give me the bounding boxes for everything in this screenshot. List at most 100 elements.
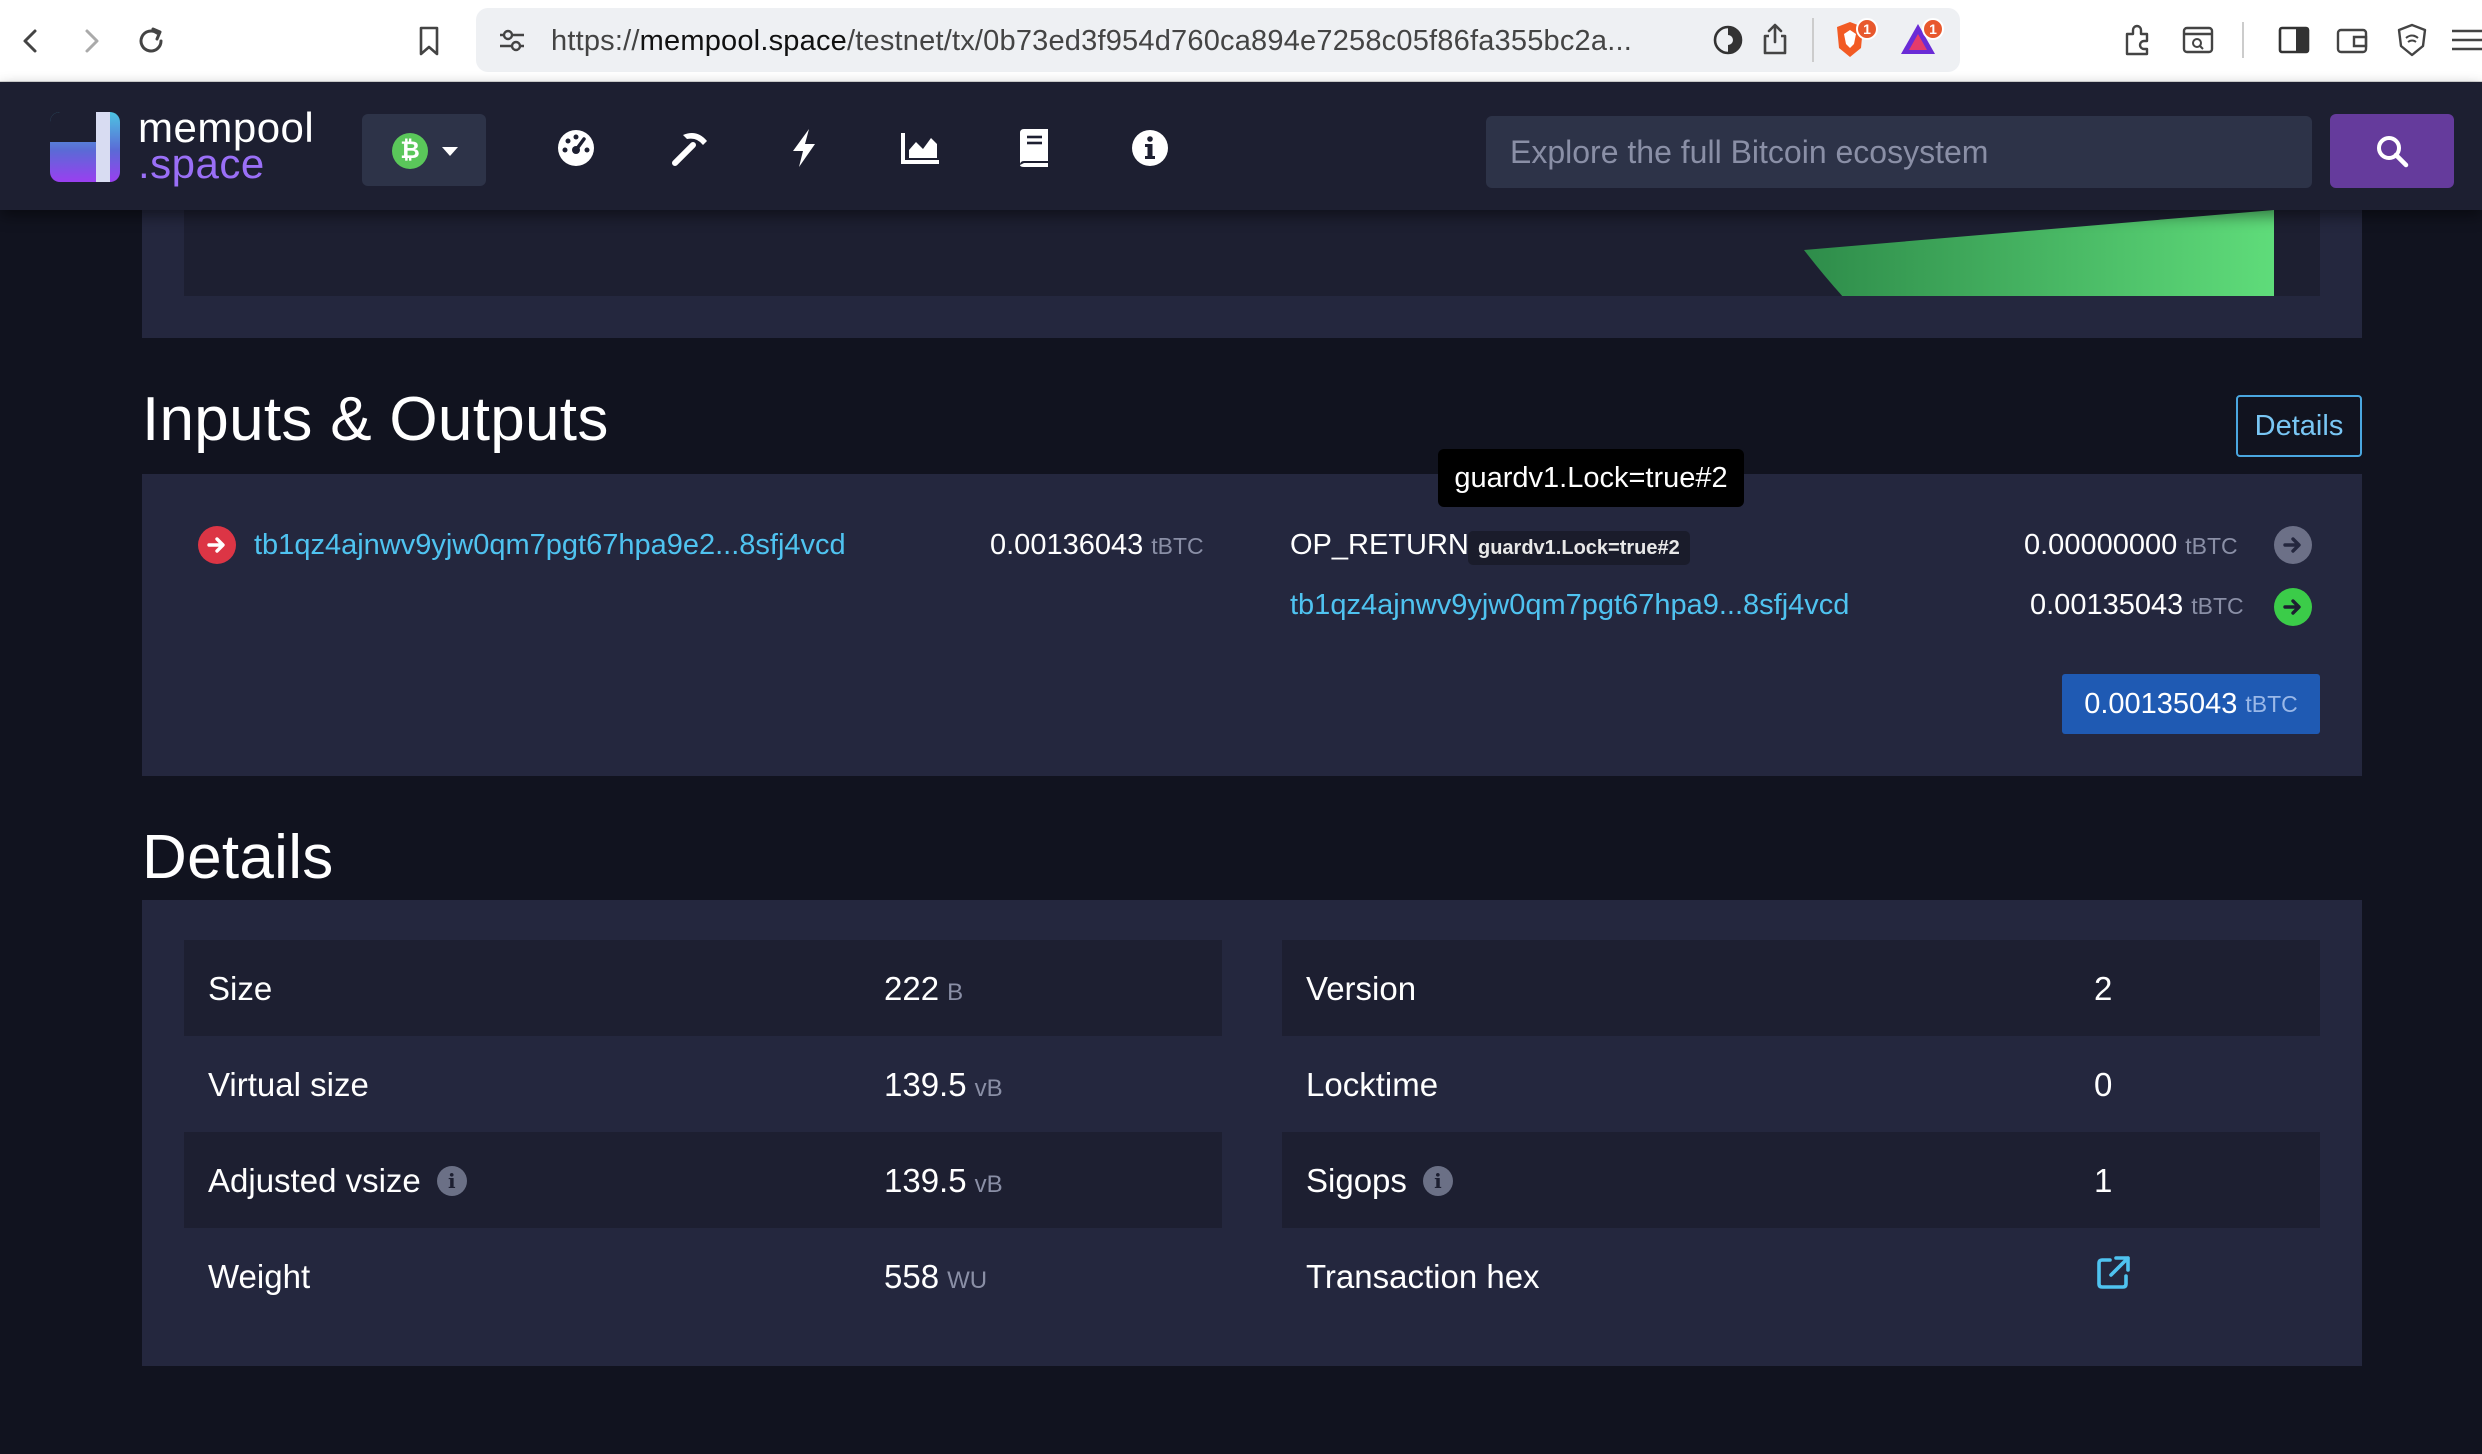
brave-shields-icon[interactable]: 1 (1832, 18, 1878, 60)
mempool-logo-icon[interactable] (50, 112, 120, 182)
adjusted-vsize-unit: vB (974, 1171, 1003, 1198)
search-icon (2377, 136, 2409, 168)
graphs-icon[interactable] (898, 126, 942, 170)
output-1-amount: 0.00000000 tBTC (2024, 529, 2238, 562)
rewards-badge: 1 (1922, 18, 1944, 40)
detail-row-size: Size 222 B (184, 940, 1222, 1036)
inputs-outputs-panel (142, 474, 2362, 776)
output-2-amount-value: 0.00135043 (2030, 589, 2184, 621)
adjusted-vsize-number: 139.5 (884, 1162, 967, 1199)
address-bar[interactable]: https://mempool.space/testnet/tx/0b73ed3… (476, 8, 1960, 72)
detail-row-adjusted-vsize: Adjusted vsize i 139.5 vB (184, 1132, 1222, 1228)
dashboard-icon[interactable] (554, 126, 598, 170)
output-1-amount-unit: tBTC (2185, 533, 2238, 559)
back-icon[interactable] (6, 16, 56, 66)
detail-row-weight: Weight 558 WU (184, 1228, 1222, 1324)
op-return-tag[interactable]: guardv1.Lock=true#2 (1468, 531, 1690, 565)
total-output-amount: 0.00135043 tBTC (2062, 674, 2320, 734)
weight-unit: WU (947, 1267, 988, 1294)
about-icon[interactable] (1128, 126, 1172, 170)
op-return-tooltip: guardv1.Lock=true#2 (1438, 449, 1744, 507)
virtual-size-value: 139.5 vB (884, 1066, 1003, 1104)
size-unit: B (947, 979, 964, 1006)
io-details-button[interactable]: Details (2236, 395, 2362, 457)
shields-badge: 1 (1856, 18, 1878, 40)
total-amount-value: 0.00135043 (2084, 687, 2238, 720)
version-label: Version (1306, 970, 1417, 1007)
brave-rewards-icon[interactable]: 1 (1898, 18, 1944, 60)
reader-icon[interactable] (2176, 18, 2220, 62)
url-prefix: https:// (551, 25, 640, 57)
sigops-label: Sigops (1306, 1162, 1407, 1199)
extensions-icon[interactable] (2116, 18, 2160, 62)
reader-mode-icon[interactable] (1712, 24, 1744, 61)
transaction-hex-label: Transaction hex (1306, 1258, 1540, 1295)
output-2-amount: 0.00135043 tBTC (2030, 589, 2244, 622)
locktime-value: 0 (2094, 1066, 2113, 1103)
total-amount-unit: tBTC (2245, 690, 2298, 717)
weight-number: 558 (884, 1258, 940, 1295)
menu-icon[interactable] (2448, 18, 2482, 62)
size-value-number: 222 (884, 970, 940, 1007)
sidebar-icon[interactable] (2272, 18, 2316, 62)
toolbar-divider (2242, 22, 2244, 58)
version-value: 2 (2094, 970, 2113, 1007)
addr-divider (1812, 18, 1814, 62)
output-1-amount-value: 0.00000000 (2024, 529, 2178, 561)
url-path: /testnet/tx/0b73ed3f954d760ca894e7258c05… (846, 25, 1632, 57)
detail-row-transaction-hex: Transaction hex (1282, 1228, 2320, 1324)
output-2-amount-unit: tBTC (2191, 593, 2244, 619)
op-return-label: OP_RETURN (1290, 529, 1469, 561)
info-icon[interactable]: i (1422, 1166, 1453, 1196)
mining-icon[interactable] (668, 126, 712, 170)
output-1-arrow-icon[interactable] (2274, 526, 2312, 564)
detail-row-virtual-size: Virtual size 139.5 vB (184, 1036, 1222, 1132)
reload-icon[interactable] (126, 16, 176, 66)
inputs-outputs-title: Inputs & Outputs (142, 385, 609, 454)
weight-value: 558 WU (884, 1258, 987, 1296)
url-text: https://mempool.space/testnet/tx/0b73ed3… (551, 25, 1632, 58)
site-settings-icon[interactable] (496, 24, 528, 61)
wallet-icon[interactable] (2330, 18, 2374, 62)
lightning-icon[interactable] (782, 126, 826, 170)
adjusted-vsize-label-wrap: Adjusted vsize i (208, 1162, 467, 1200)
network-selector-button[interactable]: ₿ (362, 114, 486, 186)
detail-row-version: Version 2 (1282, 940, 2320, 1036)
weight-label: Weight (208, 1258, 311, 1295)
search-input[interactable] (1486, 116, 2312, 188)
input-arrow-icon[interactable] (198, 526, 236, 564)
forward-icon[interactable] (66, 16, 116, 66)
locktime-label: Locktime (1306, 1066, 1439, 1103)
docs-icon[interactable] (1012, 126, 1056, 170)
chevron-down-icon (442, 147, 458, 156)
output-2-address-link[interactable]: tb1qz4ajnwv9yjw0qm7pgt67hpa9...8sfj4vcd (1290, 589, 1849, 622)
flow-diagram (184, 210, 2320, 296)
vpn-icon[interactable] (2390, 18, 2434, 62)
browser-toolbar: https://mempool.space/testnet/tx/0b73ed3… (0, 0, 2482, 82)
bitcoin-icon: ₿ (392, 133, 428, 169)
share-icon[interactable] (1760, 22, 1790, 61)
site-navbar: mempool .space ₿ (0, 82, 2482, 210)
input-amount-unit: tBTC (1151, 533, 1204, 559)
sigops-label-wrap: Sigops i (1306, 1162, 1453, 1200)
input-address-link[interactable]: tb1qz4ajnwv9yjw0qm7pgt67hpa9e2...8sfj4vc… (254, 529, 846, 562)
size-label: Size (208, 970, 273, 1007)
flow-diagram-output-shape (1804, 210, 2274, 296)
external-link-icon[interactable] (2094, 1254, 2132, 1300)
virtual-size-unit: vB (974, 1075, 1003, 1102)
adjusted-vsize-value: 139.5 vB (884, 1162, 1003, 1200)
details-title: Details (142, 823, 334, 892)
search-button[interactable] (2330, 114, 2454, 188)
size-value: 222 B (884, 970, 963, 1008)
bookmark-icon[interactable] (404, 16, 454, 66)
logo-text-space[interactable]: .space (138, 140, 265, 188)
detail-row-locktime: Locktime 0 (1282, 1036, 2320, 1132)
input-amount: 0.00136043 tBTC (990, 529, 1204, 562)
info-icon[interactable]: i (436, 1166, 467, 1196)
output-2-arrow-icon[interactable] (2274, 588, 2312, 626)
detail-row-sigops: Sigops i 1 (1282, 1132, 2320, 1228)
virtual-size-label: Virtual size (208, 1066, 369, 1103)
url-host: mempool.space (639, 25, 847, 57)
adjusted-vsize-label: Adjusted vsize (208, 1162, 421, 1199)
input-amount-value: 0.00136043 (990, 529, 1144, 561)
